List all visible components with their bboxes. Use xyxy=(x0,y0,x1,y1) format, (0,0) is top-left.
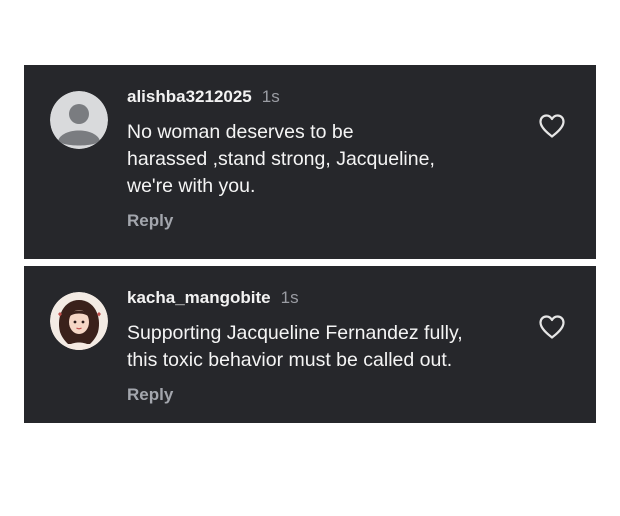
username[interactable]: alishba3212025 xyxy=(127,87,252,107)
comment-body: kacha_mangobite 1s Supporting Jacqueline… xyxy=(127,288,517,405)
comment-text-line: we're with you. xyxy=(127,175,256,197)
timestamp: 1s xyxy=(280,288,299,307)
reply-button[interactable]: Reply xyxy=(127,385,173,405)
comment-text-line: No woman deserves to be xyxy=(127,121,354,143)
comment-text-line: Supporting Jacqueline Fernandez fully, xyxy=(127,322,463,344)
default-user-avatar[interactable] xyxy=(50,91,108,149)
illustrated-profile-avatar[interactable] xyxy=(50,292,108,350)
comment-meta: alishba3212025 1s xyxy=(127,87,517,113)
comment-card: kacha_mangobite 1s Supporting Jacqueline… xyxy=(24,266,596,423)
heart-outline-icon[interactable] xyxy=(538,113,566,139)
timestamp: 1s xyxy=(261,87,280,106)
comment-text-line: this toxic behavior must be called out. xyxy=(127,349,453,371)
reply-button[interactable]: Reply xyxy=(127,211,173,231)
comment-card: alishba3212025 1s No woman deserves to b… xyxy=(24,65,596,259)
comment-text: Supporting Jacqueline Fernandez fully, t… xyxy=(127,320,517,374)
comment-meta: kacha_mangobite 1s xyxy=(127,288,517,314)
heart-outline-icon[interactable] xyxy=(538,314,566,340)
username[interactable]: kacha_mangobite xyxy=(127,288,271,308)
comment-text-line: harassed ,stand strong, Jacqueline, xyxy=(127,148,435,170)
comment-body: alishba3212025 1s No woman deserves to b… xyxy=(127,87,517,231)
comment-text: No woman deserves to be harassed ,stand … xyxy=(127,119,517,200)
